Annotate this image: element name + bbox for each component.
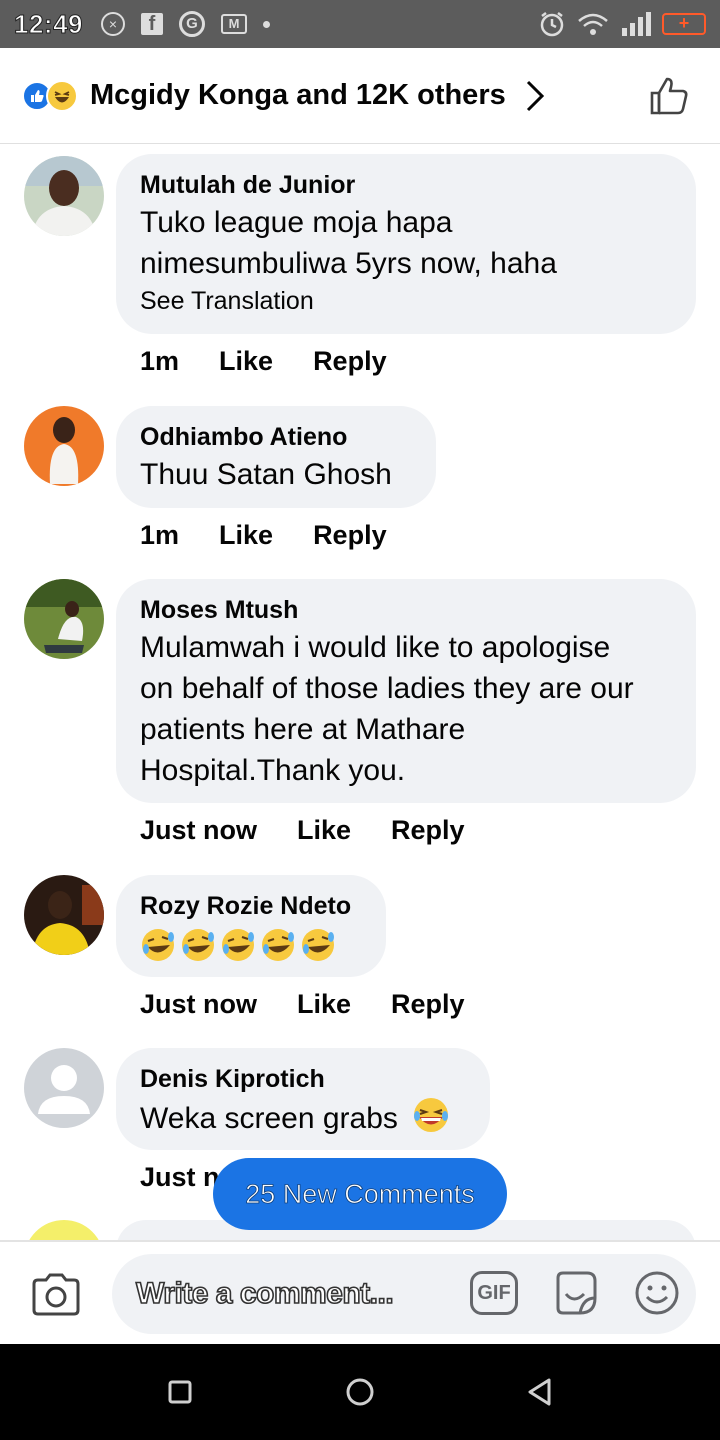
comment-author[interactable]: Moses Mtush bbox=[140, 593, 672, 627]
comment-time: 1m bbox=[140, 346, 180, 376]
avatar[interactable] bbox=[24, 579, 104, 659]
rofl-emoji-icon bbox=[142, 929, 174, 961]
home-button[interactable] bbox=[345, 1377, 375, 1407]
reactions-summary[interactable]: Mcgidy Konga and 12K others bbox=[90, 79, 506, 112]
comment-composer: Write a comment... GIF bbox=[0, 1240, 720, 1344]
like-button[interactable]: Like bbox=[219, 520, 273, 551]
reaction-icons bbox=[22, 79, 78, 112]
reactions-header[interactable]: Mcgidy Konga and 12K others bbox=[0, 48, 720, 144]
comment-text-line: Hospital.Thank you. bbox=[140, 754, 406, 787]
comment-text-line: patients here at Mathare bbox=[140, 713, 466, 746]
camera-icon[interactable] bbox=[30, 1272, 82, 1316]
system-nav-bar bbox=[0, 1344, 720, 1440]
avatar[interactable] bbox=[24, 1048, 104, 1128]
comment-text-line: nimesumbuliwa 5yrs now, haha bbox=[140, 247, 557, 280]
sticker-icon[interactable] bbox=[550, 1268, 600, 1318]
rofl-emoji-icon bbox=[182, 929, 214, 961]
gmail-icon: M bbox=[221, 14, 247, 34]
recent-apps-button[interactable] bbox=[168, 1380, 192, 1404]
rofl-emoji-icon bbox=[222, 929, 254, 961]
comment-bubble[interactable]: Moses Mtush Mulamwah i would like to apo… bbox=[116, 579, 696, 803]
comment-input[interactable]: Write a comment... GIF bbox=[112, 1254, 696, 1334]
comment-text-line: Weka screen grabs bbox=[140, 1102, 398, 1135]
gif-button[interactable]: GIF bbox=[470, 1271, 518, 1315]
comments-list[interactable]: Mutulah de Junior Tuko league moja hapa … bbox=[0, 144, 720, 1240]
google-icon: G bbox=[179, 11, 205, 37]
reply-button[interactable]: Reply bbox=[313, 520, 387, 551]
comment-text-line: on behalf of those ladies they are our bbox=[140, 672, 634, 705]
facebook-icon: f bbox=[141, 13, 163, 35]
comment-time: Just n bbox=[140, 1162, 220, 1192]
comment-author[interactable]: Mutulah de Junior bbox=[140, 168, 672, 202]
new-comments-button[interactable]: 25 New Comments bbox=[213, 1158, 507, 1230]
close-circle-icon: × bbox=[101, 12, 125, 36]
avatar[interactable] bbox=[24, 156, 104, 236]
comment-author[interactable]: Rozy Rozie Ndeto bbox=[140, 889, 362, 923]
comment-bubble[interactable]: Rozy Rozie Ndeto bbox=[116, 875, 386, 977]
emoji-row bbox=[140, 927, 362, 963]
rofl-emoji-icon bbox=[262, 929, 294, 961]
comment-text-line: Tuko league moja hapa bbox=[140, 206, 453, 239]
comment-text-line: Thuu Satan Ghosh bbox=[140, 458, 392, 491]
reply-button[interactable]: Reply bbox=[313, 346, 387, 377]
alarm-icon bbox=[540, 12, 564, 37]
comment-text: Weka screen grabs bbox=[140, 1096, 466, 1139]
like-button[interactable]: Like bbox=[297, 989, 351, 1020]
dot-icon bbox=[263, 20, 270, 28]
wifi-icon bbox=[578, 13, 608, 35]
haha-reaction-icon bbox=[46, 79, 78, 112]
status-bar: 12:49 × f G M + bbox=[0, 0, 720, 48]
emoji-picker-icon[interactable] bbox=[632, 1268, 682, 1318]
chevron-right-icon[interactable] bbox=[524, 79, 546, 113]
avatar[interactable] bbox=[24, 1220, 104, 1240]
comment-text-line: Mulamwah i would like to apologise bbox=[140, 631, 611, 664]
comment-actions: Just n bbox=[140, 1162, 220, 1193]
comment-bubble[interactable]: Mutulah de Junior Tuko league moja hapa … bbox=[116, 154, 696, 334]
like-button[interactable]: Like bbox=[219, 346, 273, 377]
avatar[interactable] bbox=[24, 406, 104, 486]
comment-actions: 1m Like Reply bbox=[140, 520, 387, 551]
battery-charging-icon: + bbox=[662, 13, 706, 35]
comment-bubble[interactable]: Denis Kiprotich Weka screen grabs bbox=[116, 1048, 490, 1150]
see-translation-link[interactable]: See Translation bbox=[140, 284, 672, 318]
like-button[interactable]: Like bbox=[297, 815, 351, 846]
comment-input-placeholder: Write a comment... bbox=[135, 1276, 394, 1311]
grinning-emoji-icon bbox=[414, 1098, 449, 1132]
comment-author[interactable]: Odhiambo Atieno bbox=[140, 420, 412, 454]
comment-time: Just now bbox=[140, 989, 258, 1019]
comment-actions: Just now Like Reply bbox=[140, 989, 465, 1020]
comment-author[interactable]: Denis Kiprotich bbox=[140, 1062, 466, 1096]
status-time: 12:49 bbox=[14, 8, 84, 39]
like-post-button[interactable] bbox=[648, 75, 690, 117]
signal-icon bbox=[622, 12, 651, 36]
comment-actions: Just now Like Reply bbox=[140, 815, 465, 846]
comment-time: 1m bbox=[140, 520, 180, 550]
avatar[interactable] bbox=[24, 875, 104, 955]
comment-time: Just now bbox=[140, 815, 258, 845]
reply-button[interactable]: Reply bbox=[391, 989, 465, 1020]
back-button[interactable] bbox=[525, 1377, 555, 1407]
comment-bubble[interactable]: Odhiambo Atieno Thuu Satan Ghosh bbox=[116, 406, 436, 508]
rofl-emoji-icon bbox=[302, 929, 334, 961]
comment-actions: 1m Like Reply bbox=[140, 346, 387, 377]
reply-button[interactable]: Reply bbox=[391, 815, 465, 846]
